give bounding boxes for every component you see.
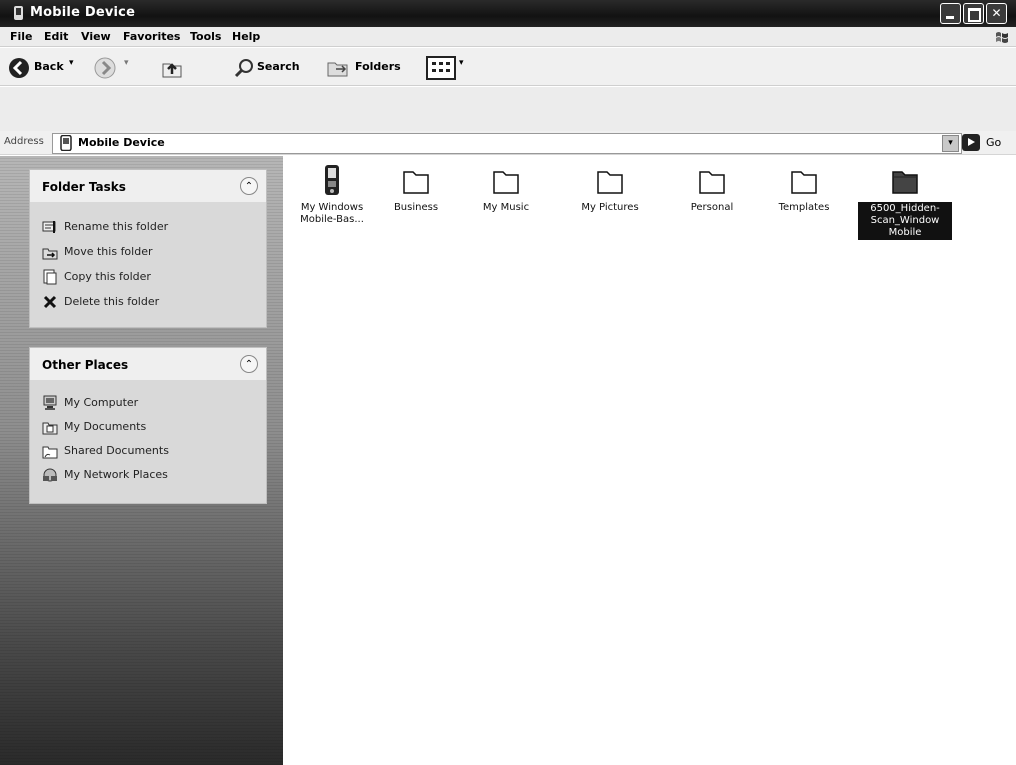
folder-icon: [597, 171, 623, 194]
documents-icon: [42, 422, 58, 435]
mobile-device-icon: [14, 6, 23, 20]
views-dropdown-icon[interactable]: ▾: [459, 58, 464, 68]
windows-flag-icon: [996, 32, 1008, 43]
address-input[interactable]: [52, 133, 962, 154]
folders-icon[interactable]: [326, 57, 350, 79]
other-places-panel: Other Places ⌃ My Computer My Documents …: [29, 347, 267, 504]
place-label: My Network Places: [64, 468, 168, 481]
file-name: My Music: [482, 202, 530, 213]
menu-tools[interactable]: Tools: [190, 30, 221, 43]
file-item[interactable]: Personal: [670, 164, 754, 214]
folder-tasks-title: Folder Tasks: [42, 180, 126, 194]
toolbar: Back ▾ ▾ Search Folders ▾: [0, 48, 1016, 86]
file-name: Business: [393, 202, 439, 213]
menu-file[interactable]: File: [10, 30, 33, 43]
search-icon[interactable]: [233, 57, 255, 79]
shared-folder-icon: [42, 446, 58, 459]
forward-dropdown-icon[interactable]: ▾: [124, 58, 129, 68]
mobile-device-icon: [60, 135, 72, 151]
address-dropdown-icon[interactable]: ▾: [942, 135, 959, 152]
address-label: Address: [4, 136, 44, 147]
back-dropdown-icon[interactable]: ▾: [69, 58, 74, 68]
file-item[interactable]: My Windows Mobile-Bas...: [290, 164, 374, 226]
file-name: Templates: [778, 202, 830, 213]
file-view: My Windows Mobile-Bas... Business My Mus…: [284, 156, 1016, 765]
maximize-button[interactable]: [963, 3, 984, 24]
up-folder-icon[interactable]: [160, 56, 184, 80]
menu-bar: File Edit View Favorites Tools Help: [0, 27, 1016, 47]
other-places-header[interactable]: Other Places ⌃: [30, 348, 266, 380]
menu-help[interactable]: Help: [232, 30, 260, 43]
address-value: Mobile Device: [78, 136, 165, 149]
back-button[interactable]: Back: [34, 60, 64, 73]
collapse-icon[interactable]: ⌃: [240, 355, 258, 373]
task-label: Move this folder: [64, 245, 153, 258]
window-title: Mobile Device: [30, 5, 136, 20]
place-label: My Documents: [64, 420, 147, 433]
network-icon: [43, 468, 57, 482]
file-item[interactable]: My Pictures: [568, 164, 652, 214]
title-bar: Mobile Device ✕: [0, 0, 1016, 27]
forward-arrow-icon[interactable]: [94, 57, 116, 79]
minimize-button[interactable]: [940, 3, 961, 24]
task-label: Rename this folder: [64, 220, 169, 233]
file-name: My Pictures: [581, 202, 639, 213]
menu-edit[interactable]: Edit: [44, 30, 68, 43]
go-button[interactable]: Go: [986, 136, 1001, 149]
file-item[interactable]: Templates: [762, 164, 846, 214]
address-bar: Address Mobile Device ▾ Go: [0, 131, 1016, 155]
copy-icon: [43, 269, 57, 285]
menu-favorites[interactable]: Favorites: [123, 30, 180, 43]
file-name: Personal: [690, 202, 734, 213]
folder-icon: [403, 171, 429, 194]
file-item-selected[interactable]: 6500_Hidden-Scan_Window Mobile: [858, 164, 952, 240]
file-name: 6500_Hidden-Scan_Window Mobile: [858, 202, 952, 240]
back-arrow-icon[interactable]: [8, 57, 30, 79]
toolbar-spacer: [0, 87, 1016, 131]
place-label: My Computer: [64, 396, 139, 409]
views-icon[interactable]: [426, 56, 456, 80]
close-button[interactable]: ✕: [986, 3, 1007, 24]
menu-view[interactable]: View: [81, 30, 111, 43]
file-item[interactable]: My Music: [464, 164, 548, 214]
move-icon: [42, 248, 58, 260]
other-places-title: Other Places: [42, 358, 129, 372]
folder-tasks-header[interactable]: Folder Tasks ⌃: [30, 170, 266, 202]
folder-icon: [791, 171, 817, 194]
folder-icon: [699, 171, 725, 194]
mobile-device-icon: [325, 165, 339, 195]
rename-icon: [42, 221, 56, 233]
folders-button[interactable]: Folders: [355, 60, 401, 73]
file-name: My Windows Mobile-Bas...: [300, 202, 364, 225]
search-button[interactable]: Search: [257, 60, 300, 73]
computer-icon: [43, 395, 57, 410]
folder-tasks-panel: Folder Tasks ⌃ Rename this folder Move t…: [29, 169, 267, 328]
task-label: Copy this folder: [64, 270, 151, 283]
delete-icon: [43, 295, 57, 309]
collapse-icon[interactable]: ⌃: [240, 177, 258, 195]
task-label: Delete this folder: [64, 295, 160, 308]
place-label: Shared Documents: [64, 444, 169, 457]
folder-icon: [493, 171, 519, 194]
file-item[interactable]: Business: [374, 164, 458, 214]
go-arrow-icon[interactable]: [962, 134, 980, 151]
folder-icon: [892, 171, 918, 194]
task-pane: Folder Tasks ⌃ Rename this folder Move t…: [0, 156, 283, 765]
